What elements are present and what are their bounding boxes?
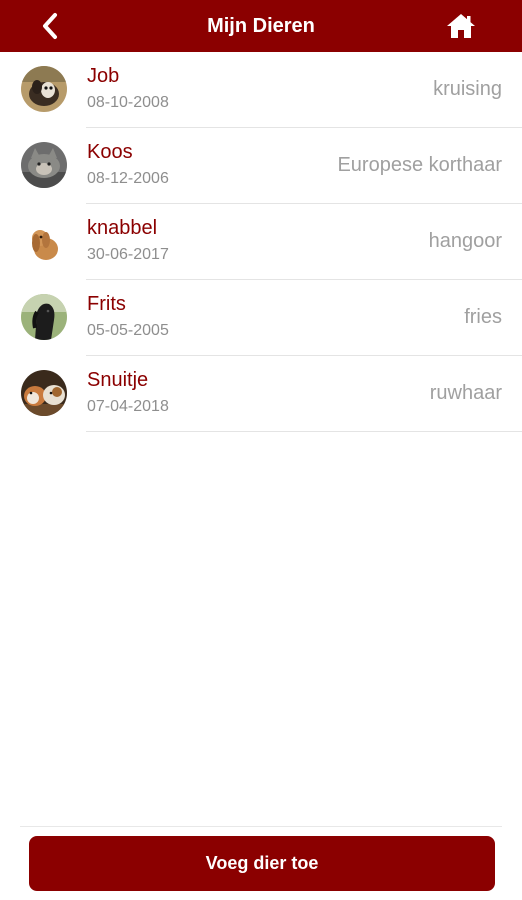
pet-name: Job: [87, 65, 120, 87]
list-item[interactable]: Frits 05-05-2005 fries: [0, 280, 522, 356]
footer-divider: [20, 826, 502, 827]
list-item[interactable]: Job 08-10-2008 kruising: [0, 52, 522, 128]
list-item[interactable]: knabbel 30-06-2017 hangoor: [0, 204, 522, 280]
pet-birthdate: 08-10-2008: [87, 94, 169, 111]
pet-name: knabbel: [87, 217, 158, 239]
pet-avatar: [21, 294, 67, 340]
pet-avatar: [21, 370, 67, 416]
pet-birthdate: 07-04-2018: [87, 398, 169, 415]
app-header: Mijn Dieren: [0, 0, 522, 52]
dog-photo-icon: [21, 66, 67, 112]
pet-breed: ruwhaar: [429, 382, 502, 404]
list-item[interactable]: Snuitje 07-04-2018 ruwhaar: [0, 356, 522, 432]
home-button[interactable]: [444, 10, 478, 42]
horse-photo-icon: [21, 294, 67, 340]
pet-birthdate: 05-05-2005: [87, 322, 169, 339]
pet-birthdate: 30-06-2017: [87, 246, 169, 263]
pet-birthdate: 08-12-2006: [87, 170, 169, 187]
pet-name: Frits: [87, 293, 126, 315]
guinea-pig-photo-icon: [21, 370, 67, 416]
pet-name: Koos: [87, 141, 133, 163]
rabbit-photo-icon: [21, 218, 67, 264]
pet-breed: hangoor: [428, 230, 502, 252]
home-icon: [447, 14, 475, 38]
list-item[interactable]: Koos 08-12-2006 Europese korthaar: [0, 128, 522, 204]
pet-avatar: [21, 218, 67, 264]
pet-avatar: [21, 142, 67, 188]
add-pet-button[interactable]: Voeg dier toe: [29, 836, 495, 891]
pet-avatar: [21, 66, 67, 112]
pet-breed: fries: [464, 306, 502, 328]
pet-breed: Europese korthaar: [337, 154, 502, 176]
pet-list: Job 08-10-2008 kruising Koos 08-12-2006 …: [0, 52, 522, 432]
row-divider: [86, 431, 522, 432]
pet-breed: kruising: [433, 78, 502, 100]
pet-name: Snuitje: [87, 369, 149, 391]
cat-photo-icon: [21, 142, 67, 188]
